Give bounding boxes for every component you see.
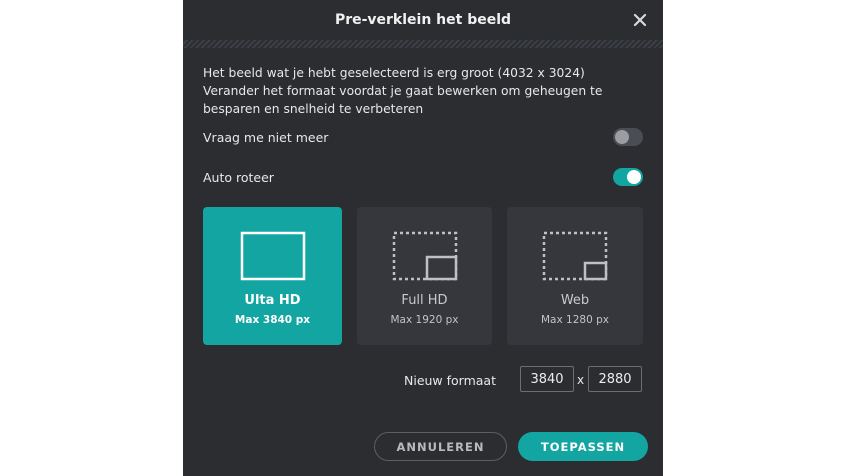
auto-rotate-toggle[interactable] — [613, 168, 643, 186]
dialog-header: Pre-verklein het beeld — [183, 0, 663, 40]
close-icon[interactable] — [631, 11, 649, 29]
resize-small-icon — [542, 231, 608, 281]
description-line: Verander het formaat voordat je gaat bew… — [203, 84, 603, 98]
auto-rotate-label: Auto roteer — [203, 169, 274, 185]
preset-name: Web — [560, 293, 590, 308]
width-input[interactable] — [520, 366, 574, 392]
description-line: Het beeld wat je hebt geselecteerd is er… — [203, 66, 585, 80]
cancel-button[interactable]: ANNULEREN — [374, 432, 507, 461]
auto-rotate-row: Auto roteer — [203, 167, 643, 187]
dont-ask-toggle[interactable] — [613, 128, 643, 146]
resize-medium-icon — [392, 231, 457, 281]
full-frame-icon — [240, 231, 305, 281]
preset-max: Max 1920 px — [390, 314, 459, 326]
apply-button[interactable]: TOEPASSEN — [518, 432, 648, 461]
preset-name: Ulta HD — [244, 293, 301, 308]
preset-max: Max 1280 px — [541, 314, 609, 326]
dont-ask-row: Vraag me niet meer — [203, 127, 643, 147]
size-separator: x — [577, 373, 585, 387]
header-divider — [183, 40, 663, 48]
resize-dialog: Pre-verklein het beeld Het beeld wat je … — [183, 0, 663, 476]
preset-max: Max 3840 px — [234, 314, 311, 326]
preset-name: Full HD — [401, 293, 448, 308]
preset-card-full-hd[interactable]: Full HD Max 1920 px — [357, 207, 492, 345]
height-input[interactable] — [588, 366, 642, 392]
preset-card-ultra-hd[interactable]: Ulta HD Max 3840 px — [203, 207, 342, 345]
preset-card-web[interactable]: Web Max 1280 px — [507, 207, 643, 345]
toggle-knob — [615, 130, 629, 144]
dialog-title: Pre-verklein het beeld — [334, 12, 512, 28]
dont-ask-label: Vraag me niet meer — [203, 129, 329, 145]
new-size-label: Nieuw formaat — [404, 373, 496, 388]
description-line: besparen en snelheid te verbeteren — [203, 102, 424, 116]
toggle-knob — [627, 170, 641, 184]
dialog-description: Het beeld wat je hebt geselecteerd is er… — [203, 64, 643, 118]
